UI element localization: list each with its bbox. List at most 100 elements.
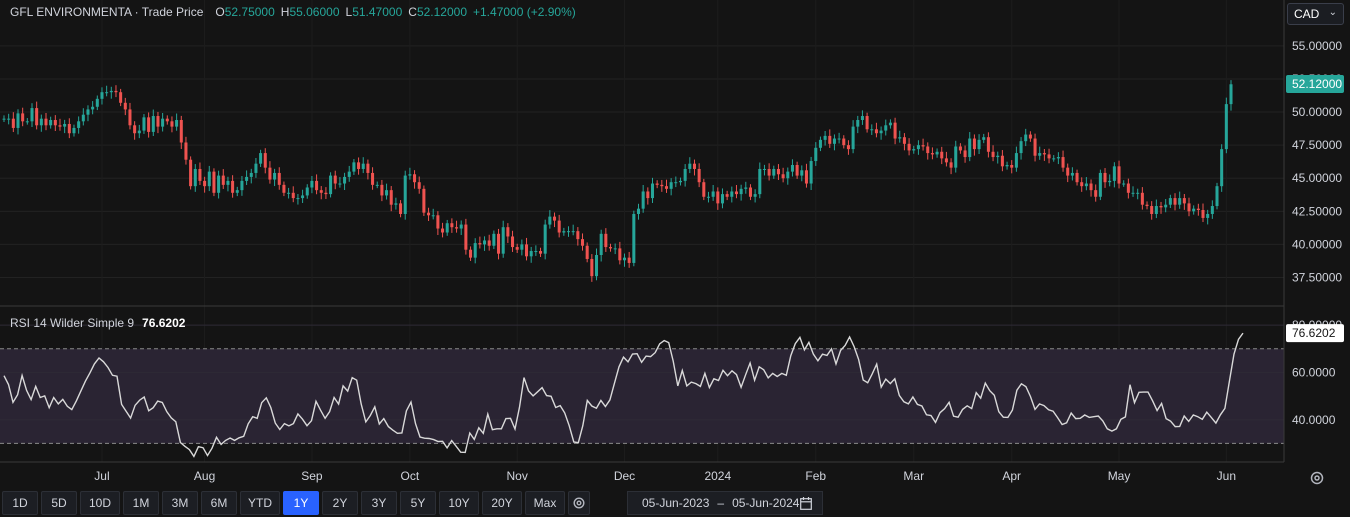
price-tick-label: 47.50000 — [1292, 138, 1342, 152]
candle-body — [548, 216, 552, 225]
range-button-3m[interactable]: 3M — [162, 491, 198, 515]
candle-body — [361, 163, 365, 169]
candle-body — [874, 129, 878, 134]
candle-body — [478, 243, 482, 245]
range-button-10d[interactable]: 10D — [80, 491, 120, 515]
candle-body — [49, 120, 53, 126]
candle-body — [1089, 183, 1093, 191]
candle-body — [762, 168, 766, 170]
candle-body — [711, 191, 715, 197]
currency-select[interactable]: CAD ⌄ — [1287, 3, 1344, 25]
candle-body — [147, 117, 151, 132]
candle-body — [1220, 149, 1224, 187]
candle-body — [678, 180, 682, 183]
candle-body — [692, 163, 696, 169]
candle-body — [781, 174, 785, 179]
candle-body — [893, 122, 897, 139]
candle-body — [347, 171, 351, 177]
candle-body — [16, 113, 20, 128]
candle-body — [21, 113, 25, 122]
candle-body — [1206, 213, 1210, 218]
candle-body — [776, 168, 780, 175]
date-to: 05-Jun-2024 — [732, 496, 800, 510]
candle-body — [221, 175, 225, 185]
candle-body — [860, 116, 864, 120]
candle-body — [809, 161, 813, 184]
range-button-max[interactable]: Max — [525, 491, 565, 515]
candle-body — [417, 182, 421, 189]
candle-body — [1182, 198, 1186, 204]
candle-body — [832, 138, 836, 144]
candle-body — [273, 172, 277, 180]
candle-body — [1168, 198, 1172, 205]
candle-body — [613, 248, 617, 250]
candle-body — [814, 147, 818, 162]
candle-body — [375, 184, 379, 186]
candle-body — [1056, 157, 1060, 159]
range-button-20y[interactable]: 20Y — [482, 491, 522, 515]
candle-body — [744, 187, 748, 189]
candle-body — [109, 90, 113, 93]
range-button-2y[interactable]: 2Y — [322, 491, 358, 515]
candle-body — [67, 123, 71, 134]
candle-body — [553, 216, 557, 221]
candle-body — [977, 139, 981, 150]
range-button-5d[interactable]: 5D — [41, 491, 77, 515]
candle-body — [352, 162, 356, 172]
candle-body — [1154, 206, 1158, 214]
candle-body — [179, 120, 183, 143]
chart-area[interactable]: 55.0000052.5000050.0000047.5000045.00000… — [0, 0, 1350, 517]
candle-body — [450, 223, 454, 228]
time-tick-label: Aug — [194, 469, 215, 483]
candle-body — [1140, 192, 1144, 205]
candle-body — [991, 151, 995, 158]
candle-body — [1080, 182, 1084, 187]
candle-body — [534, 251, 538, 253]
candle-body — [1112, 166, 1116, 181]
candle-body — [758, 168, 762, 195]
candle-body — [189, 159, 193, 187]
range-button-10y[interactable]: 10Y — [439, 491, 479, 515]
time-tick-label: Oct — [401, 469, 420, 483]
candle-body — [427, 212, 431, 216]
candle-body — [240, 180, 244, 191]
candle-body — [95, 98, 99, 107]
candle-body — [394, 203, 398, 205]
gear-icon — [1310, 471, 1324, 485]
candle-body — [730, 191, 734, 197]
candle-body — [408, 174, 412, 176]
low-label: L — [345, 5, 353, 19]
candle-body — [828, 135, 832, 144]
range-button-1y[interactable]: 1Y — [283, 491, 319, 515]
range-button-3y[interactable]: 3Y — [361, 491, 397, 515]
candle-body — [170, 121, 174, 127]
candle-body — [86, 109, 90, 115]
rsi-name: RSI 14 Wilder Simple 9 — [10, 316, 135, 330]
candle-body — [543, 224, 547, 254]
candle-body — [1047, 154, 1051, 159]
candle-body — [422, 188, 426, 213]
candle-body — [58, 125, 62, 127]
price-tick-label: 42.50000 — [1292, 204, 1342, 218]
range-button-1d[interactable]: 1D — [2, 491, 38, 515]
range-button-ytd[interactable]: YTD — [240, 491, 280, 515]
range-button-5y[interactable]: 5Y — [400, 491, 436, 515]
candle-body — [497, 233, 501, 254]
candle-body — [557, 220, 561, 233]
candle-body — [464, 224, 468, 250]
chart-settings-button[interactable] — [1306, 467, 1328, 489]
candle-body — [133, 125, 137, 134]
range-settings-button[interactable] — [568, 491, 590, 515]
date-range-picker[interactable]: 05-Jun-2023 – 05-Jun-2024 — [627, 491, 823, 515]
candle-body — [91, 106, 95, 110]
candle-body — [837, 138, 841, 140]
range-button-1m[interactable]: 1M — [123, 491, 159, 515]
candle-body — [207, 171, 211, 187]
candle-body — [184, 142, 188, 160]
range-button-6m[interactable]: 6M — [201, 491, 237, 515]
candle-body — [884, 125, 888, 131]
candle-body — [921, 145, 925, 147]
candle-body — [608, 247, 613, 249]
candle-body — [1000, 155, 1004, 167]
candle-body — [1136, 192, 1140, 194]
